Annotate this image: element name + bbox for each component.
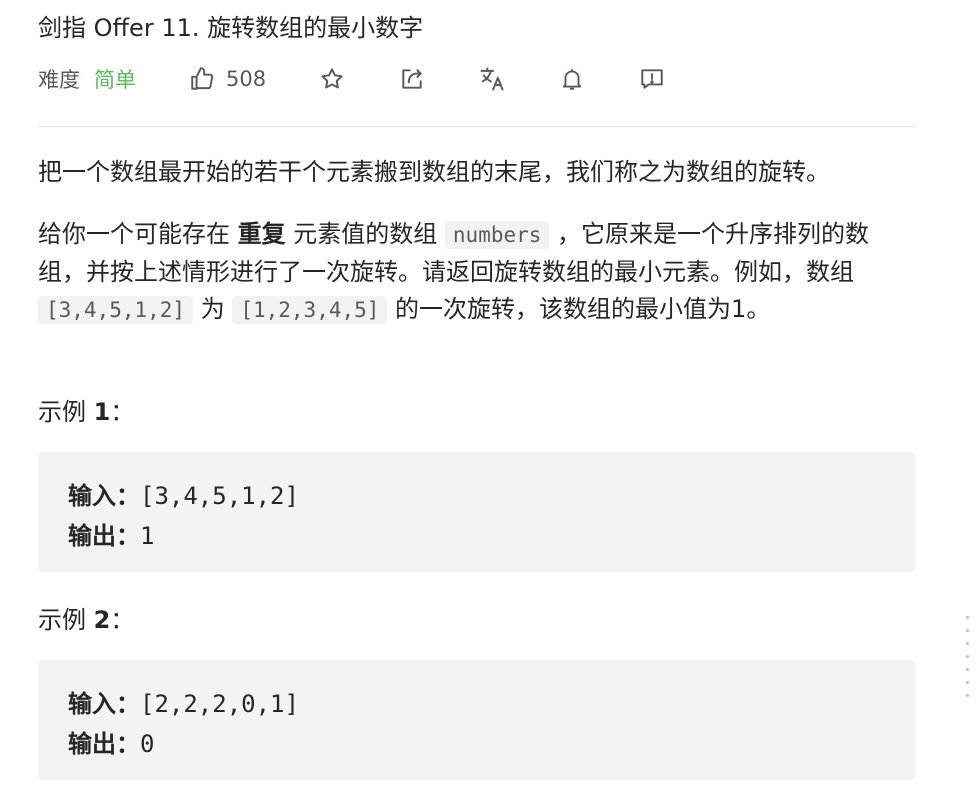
difficulty-label: 难度 [38, 68, 80, 92]
input-value: [2,2,2,0,1] [140, 690, 299, 718]
share-icon[interactable] [398, 65, 426, 93]
problem-title: 剑指 Offer 11. 旋转数组的最小数字 [38, 14, 424, 42]
example-code-block: 输入：[3,4,5,1,2] 输出：1 [38, 452, 916, 572]
example-code-block: 输入：[2,2,2,0,1] 输出：0 [38, 660, 916, 780]
example-number: 1 [93, 398, 111, 426]
example-title-suffix: ： [110, 398, 135, 426]
example-number: 2 [93, 606, 111, 634]
example-input-line: 输入：[2,2,2,0,1] [68, 684, 299, 719]
inline-code-array: [3,4,5,1,2] [38, 296, 194, 324]
example-output-line: 输出：1 [68, 516, 154, 551]
like-button[interactable]: 508 [188, 65, 266, 93]
output-value: 0 [140, 730, 155, 758]
description-paragraph-2: 给你一个可能存在 重复 元素值的数组 numbers ，它原来是一个升序排列的数… [38, 216, 916, 329]
desc-text: 为 [193, 295, 233, 323]
desc-text: 给你一个可能存在 [38, 220, 238, 248]
thumbs-up-icon [188, 65, 216, 93]
bell-icon[interactable] [558, 65, 586, 93]
example-output-line: 输出：0 [68, 724, 154, 759]
input-value: [3,4,5,1,2] [140, 482, 299, 510]
example-title-prefix: 示例 [38, 606, 94, 634]
example-title: 示例 1： [38, 392, 134, 427]
header-divider [38, 126, 916, 127]
translate-icon[interactable] [478, 65, 506, 93]
desc-text: 元素值的数组 [285, 220, 445, 248]
example-title-suffix: ： [110, 606, 135, 634]
output-label: 输出： [68, 730, 140, 758]
inline-code-array: [1,2,3,4,5] [232, 296, 388, 324]
star-icon[interactable] [318, 65, 346, 93]
example-title: 示例 2： [38, 600, 134, 635]
description-paragraph-1: 把一个数组最开始的若干个元素搬到数组的末尾，我们称之为数组的旋转。 [38, 158, 830, 186]
output-label: 输出： [68, 522, 140, 550]
difficulty-value: 简单 [94, 68, 136, 92]
output-value: 1 [140, 522, 155, 550]
input-label: 输入： [68, 482, 140, 510]
inline-code-numbers: numbers [444, 221, 550, 249]
panel-resize-handle[interactable] [964, 616, 972, 716]
desc-bold-text: 重复 [237, 220, 286, 248]
input-label: 输入： [68, 690, 140, 718]
desc-text: 的一次旋转，该数组的最小值为1。 [387, 295, 771, 323]
example-title-prefix: 示例 [38, 398, 94, 426]
like-count: 508 [226, 67, 267, 91]
feedback-icon[interactable] [638, 65, 666, 93]
problem-meta-bar: 难度 简单 508 [38, 62, 666, 96]
example-input-line: 输入：[3,4,5,1,2] [68, 476, 299, 511]
